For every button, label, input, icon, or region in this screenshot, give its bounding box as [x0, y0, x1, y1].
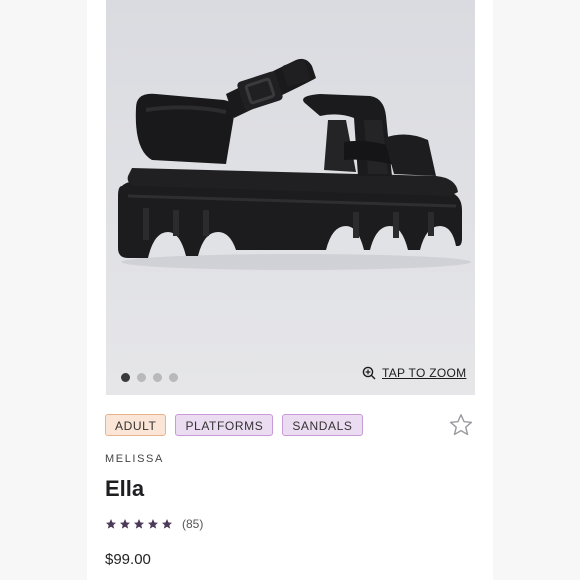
star-filled-icon [106, 519, 116, 529]
rating-stars [105, 518, 173, 530]
tag-sandals[interactable]: SANDALS [282, 414, 363, 436]
magnify-plus-icon [362, 366, 376, 380]
star-outline-icon [449, 414, 473, 436]
rating-summary[interactable]: (85) [105, 517, 203, 531]
carousel-indicators [121, 373, 178, 382]
star-filled-icon [120, 519, 130, 529]
screen: TAP TO ZOOM ADULT PLATFORMS SANDALS MELI… [0, 0, 580, 580]
carousel-dot[interactable] [137, 373, 146, 382]
product-image [118, 58, 471, 270]
tag-list: ADULT PLATFORMS SANDALS [105, 414, 363, 436]
tap-to-zoom-button[interactable]: TAP TO ZOOM [362, 366, 466, 380]
carousel-dot-active[interactable] [121, 373, 130, 382]
carousel-dot[interactable] [169, 373, 178, 382]
brand-name[interactable]: MELISSA [105, 453, 164, 465]
rating-count: (85) [182, 517, 204, 531]
star-filled-icon [134, 519, 144, 529]
favorite-button[interactable] [448, 412, 474, 443]
tag-adult[interactable]: ADULT [105, 414, 167, 436]
carousel-dot[interactable] [153, 373, 162, 382]
product-price: $99.00 [105, 551, 151, 568]
product-image-carousel[interactable]: TAP TO ZOOM [106, 0, 475, 395]
star-filled-icon [162, 519, 172, 529]
product-title: Ella [105, 476, 145, 501]
star-filled-icon [148, 519, 158, 529]
tap-to-zoom-label: TAP TO ZOOM [382, 366, 467, 380]
tag-platforms[interactable]: PLATFORMS [175, 414, 274, 436]
